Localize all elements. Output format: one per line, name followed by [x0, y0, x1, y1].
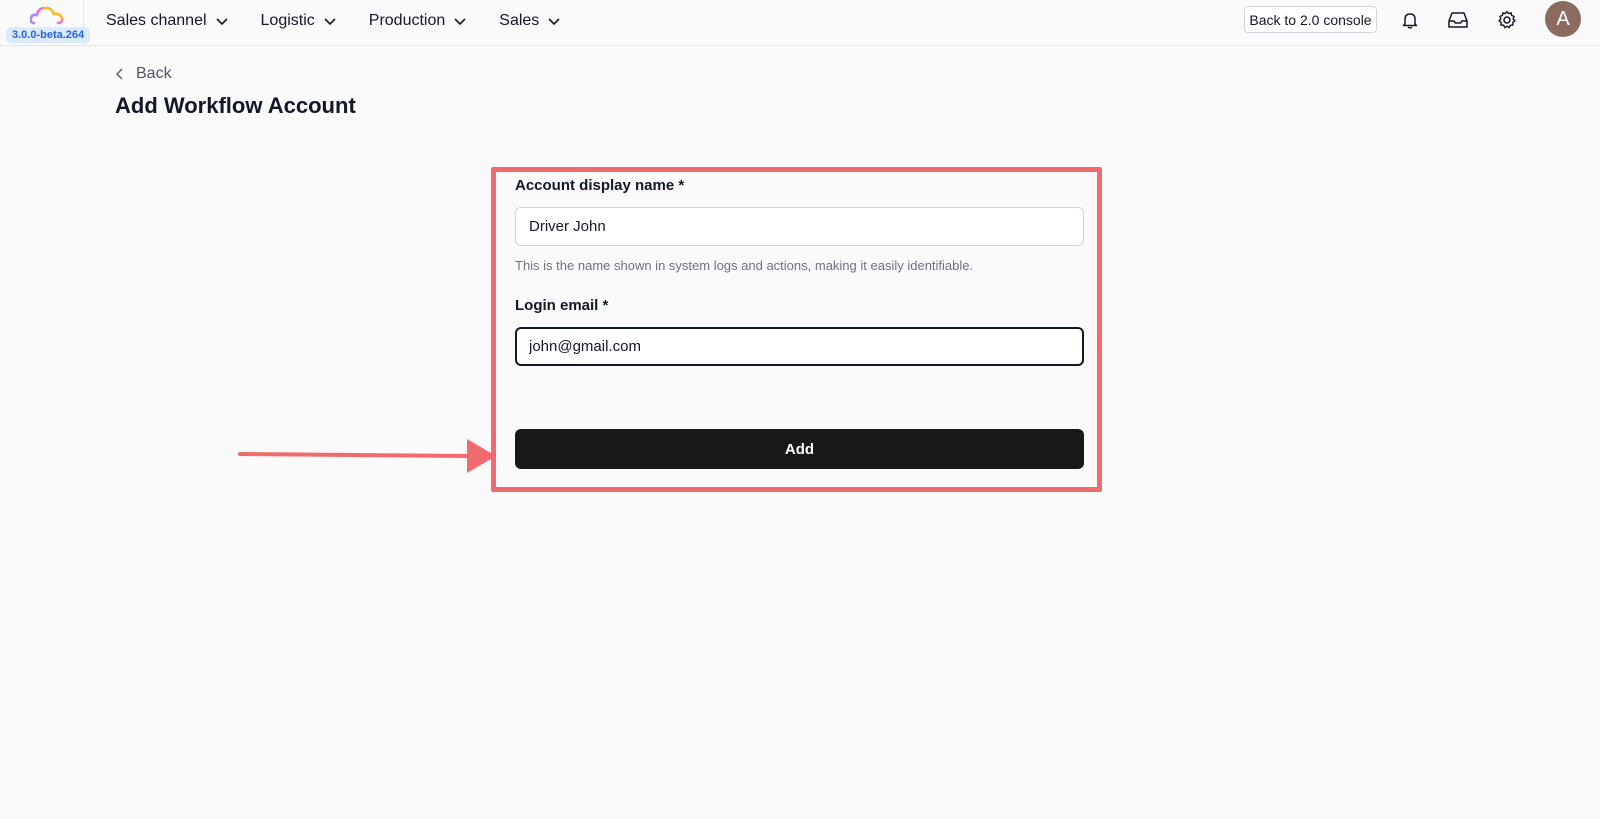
display-name-hint: This is the name shown in system logs an…: [515, 258, 974, 273]
top-bar: 3.0.0-beta.264 Sales channel Logistic Pr…: [0, 0, 1600, 46]
back-to-console-button[interactable]: Back to 2.0 console: [1244, 6, 1377, 33]
nav-item-production[interactable]: Production: [369, 12, 468, 30]
chevron-down-icon: [215, 18, 228, 26]
bell-icon[interactable]: [1398, 8, 1422, 32]
nav-item-label: Logistic: [260, 12, 315, 29]
display-name-input[interactable]: [515, 207, 1084, 246]
nav-item-label: Production: [368, 12, 446, 29]
back-link[interactable]: Back: [114, 65, 172, 83]
annotation-arrow: [238, 439, 496, 473]
main-nav: Sales channel Logistic Production Sales: [106, 0, 593, 42]
add-button[interactable]: Add: [515, 429, 1084, 469]
inbox-icon[interactable]: [1446, 8, 1470, 32]
login-email-label: Login email *: [515, 297, 609, 314]
chevron-left-icon: [115, 68, 123, 80]
nav-item-label: Sales: [499, 12, 540, 29]
logo[interactable]: 3.0.0-beta.264: [0, 0, 91, 46]
page-title: Add Workflow Account: [115, 93, 356, 118]
nav-item-sales[interactable]: Sales: [499, 12, 561, 30]
avatar[interactable]: A: [1545, 1, 1581, 37]
chevron-down-icon: [324, 18, 336, 26]
chevron-down-icon: [454, 18, 466, 26]
cloud-logo-icon: [30, 6, 64, 25]
version-badge: 3.0.0-beta.264: [6, 27, 91, 43]
nav-item-sales-channel[interactable]: Sales channel: [106, 12, 229, 30]
gear-icon[interactable]: [1495, 8, 1519, 32]
back-label: Back: [136, 65, 172, 82]
nav-item-logistic[interactable]: Logistic: [261, 12, 337, 30]
chevron-down-icon: [548, 18, 560, 26]
display-name-label: Account display name *: [515, 177, 685, 194]
nav-item-label: Sales channel: [106, 12, 207, 29]
login-email-input[interactable]: [515, 327, 1084, 366]
